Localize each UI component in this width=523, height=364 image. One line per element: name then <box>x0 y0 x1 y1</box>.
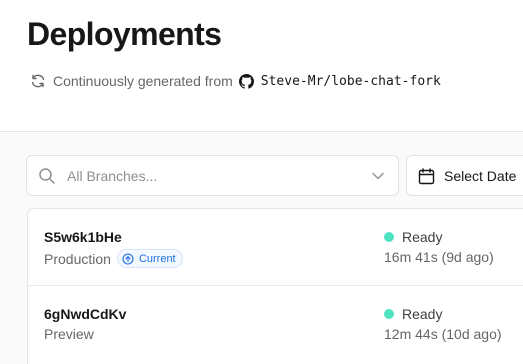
status-label: Ready <box>402 306 443 322</box>
deployment-id[interactable]: S5w6k1bHe <box>44 229 122 245</box>
current-badge: Current <box>116 249 183 268</box>
branch-filter-placeholder: All Branches... <box>67 168 158 184</box>
page-header: Deployments Continuously generated from … <box>0 0 523 132</box>
deployments-content: All Branches... Select Date S5w6k1bHe Pr… <box>0 133 523 364</box>
date-filter-button[interactable]: Select Date <box>406 155 523 196</box>
status-label: Ready <box>402 229 443 245</box>
repo-link[interactable]: Steve-Mr/lobe-chat-fork <box>261 74 441 89</box>
arrow-up-circle-icon <box>122 252 134 265</box>
date-filter-label: Select Date <box>444 168 517 184</box>
deployment-environment: Preview <box>44 326 94 342</box>
calendar-icon <box>418 168 435 185</box>
github-icon <box>238 73 254 89</box>
environment-label: Preview <box>44 326 94 342</box>
deployment-environment: Production Current <box>44 249 183 268</box>
deployment-duration: 12m 44s (10d ago) <box>384 326 502 342</box>
deployment-list: S5w6k1bHe Production Current Ready 16m 4… <box>27 208 523 364</box>
source-label: Continuously generated from <box>53 73 233 89</box>
environment-label: Production <box>44 250 111 267</box>
source-info: Continuously generated from Steve-Mr/lob… <box>30 72 441 90</box>
deployment-id[interactable]: 6gNwdCdKv <box>44 306 126 322</box>
chevron-down-icon <box>372 172 384 180</box>
deployment-row[interactable]: 6gNwdCdKv Preview Ready 12m 44s (10d ago… <box>28 285 523 361</box>
deployment-status: Ready <box>384 306 442 322</box>
status-dot <box>384 309 394 319</box>
badge-label: Current <box>138 252 176 265</box>
page-title: Deployments <box>27 16 222 52</box>
deployment-status: Ready <box>384 229 442 245</box>
refresh-icon <box>31 74 45 88</box>
branch-filter[interactable]: All Branches... <box>26 155 399 196</box>
status-dot <box>384 232 394 242</box>
deployment-duration: 16m 41s (9d ago) <box>384 249 494 265</box>
search-icon <box>39 168 55 184</box>
deployment-row[interactable]: S5w6k1bHe Production Current Ready 16m 4… <box>28 209 523 285</box>
